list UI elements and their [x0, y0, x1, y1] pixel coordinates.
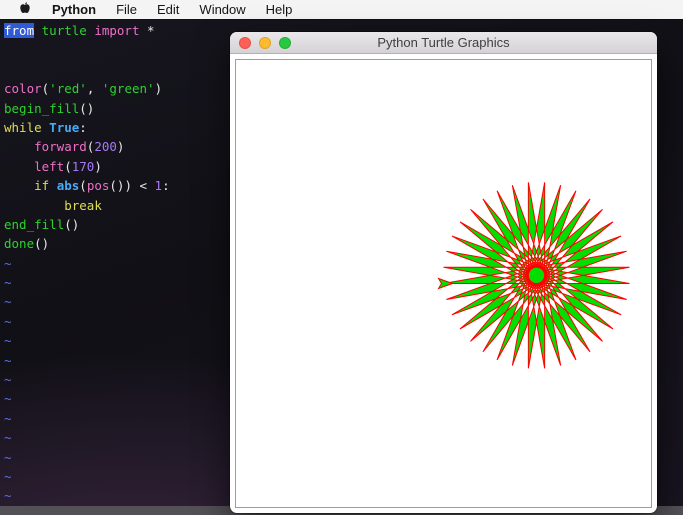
code-line: while True: — [4, 118, 230, 137]
window-title: Python Turtle Graphics — [377, 35, 509, 50]
vim-tilde: ~ — [4, 351, 230, 370]
vim-tilde: ~ — [4, 428, 230, 447]
code-line: if abs(pos()) < 1: — [4, 176, 230, 195]
code-line: color('red', 'green') — [4, 79, 230, 98]
code-line: done() — [4, 234, 230, 253]
code-line: end_fill() — [4, 215, 230, 234]
vim-tilde: ~ — [4, 254, 230, 273]
turtle-cursor-icon — [439, 279, 453, 289]
vim-tilde: ~ — [4, 370, 230, 389]
vim-tilde: ~ — [4, 389, 230, 408]
apple-logo-icon — [18, 1, 32, 19]
vim-tilde: ~ — [4, 467, 230, 486]
vim-tilde: ~ — [4, 331, 230, 350]
menu-item-edit[interactable]: Edit — [147, 0, 189, 19]
close-button[interactable] — [239, 37, 251, 49]
code-line: break — [4, 196, 230, 215]
code-line: begin_fill() — [4, 99, 230, 118]
menu-item-window[interactable]: Window — [189, 0, 255, 19]
code-line: left(170) — [4, 157, 230, 176]
vim-tilde: ~ — [4, 409, 230, 428]
turtle-drawing — [236, 60, 651, 507]
vim-editor[interactable]: from turtle import * color('red', 'green'… — [4, 21, 230, 505]
code-line — [4, 40, 230, 59]
menu-item-python[interactable]: Python — [42, 0, 106, 19]
turtle-canvas[interactable] — [235, 59, 652, 508]
vim-tilde: ~ — [4, 486, 230, 505]
minimize-button[interactable] — [259, 37, 271, 49]
traffic-lights — [239, 32, 291, 53]
turtle-graphics-window: Python Turtle Graphics — [230, 32, 657, 513]
vim-tilde: ~ — [4, 273, 230, 292]
code-line — [4, 60, 230, 79]
turtle-star-polygon — [444, 182, 630, 368]
menu-item-file[interactable]: File — [106, 0, 147, 19]
apple-menu[interactable] — [8, 0, 42, 19]
zoom-button[interactable] — [279, 37, 291, 49]
code-line: from turtle import * — [4, 21, 230, 40]
window-titlebar[interactable]: Python Turtle Graphics — [230, 32, 657, 54]
code-line: forward(200) — [4, 137, 230, 156]
vim-tilde: ~ — [4, 312, 230, 331]
menu-bar: Python File Edit Window Help — [0, 0, 683, 19]
vim-tilde: ~ — [4, 292, 230, 311]
desktop-background: Python File Edit Window Help from turtle… — [0, 0, 683, 515]
vim-tilde: ~ — [4, 448, 230, 467]
menu-item-help[interactable]: Help — [256, 0, 303, 19]
